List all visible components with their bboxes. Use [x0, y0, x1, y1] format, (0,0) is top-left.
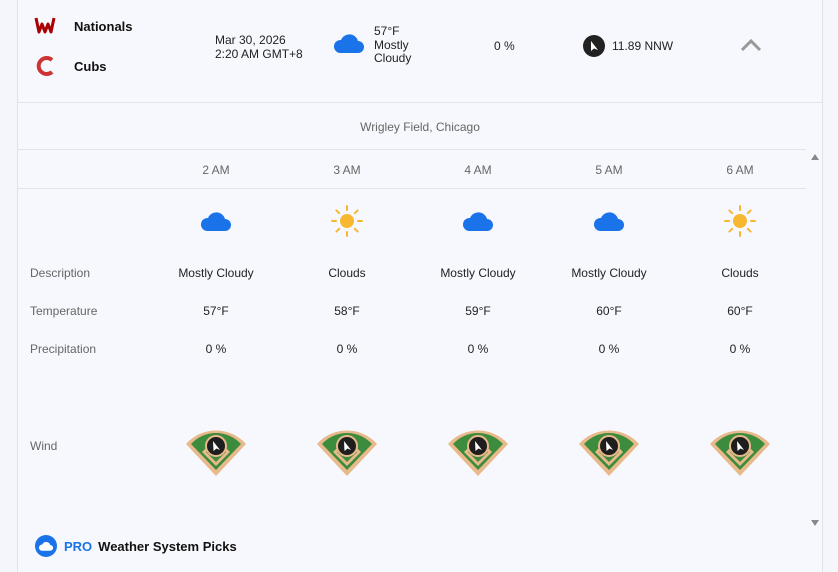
temperature-label: Temperature	[30, 304, 98, 318]
precipitation-label: Precipitation	[30, 342, 97, 356]
scroll-down-arrow-icon[interactable]	[811, 520, 819, 526]
nationals-logo-icon	[34, 15, 56, 37]
pro-weather-picks[interactable]: PRO Weather System Picks	[35, 535, 237, 557]
cubs-logo-icon	[34, 55, 56, 77]
game-wind: 11.89 NNW	[583, 35, 673, 57]
hour-description: Clouds	[721, 266, 759, 280]
hour-label: 6 AM	[726, 163, 754, 177]
table-scrollbar[interactable]	[808, 150, 822, 530]
hour-precipitation: 0 %	[467, 342, 489, 356]
hour-temperature: 60°F	[727, 304, 753, 318]
hour-description: Mostly Cloudy	[178, 266, 254, 280]
cloud-icon	[35, 535, 57, 557]
hour-precipitation: 0 %	[336, 342, 358, 356]
baseball-field-wind-icon	[186, 430, 246, 476]
header-divider	[18, 102, 822, 103]
hour-temperature: 59°F	[465, 304, 491, 318]
hourly-forecast-table: Description Temperature Precipitation Wi…	[18, 150, 806, 530]
hour-temperature: 58°F	[334, 304, 360, 318]
hour-temperature: 60°F	[596, 304, 622, 318]
hour-precipitation: 0 %	[205, 342, 227, 356]
weather-condition-line2: Cloudy	[374, 51, 412, 65]
home-team: Cubs	[34, 55, 107, 77]
away-team: Nationals	[34, 15, 133, 37]
wind-speed: 11.89 NNW	[612, 39, 674, 53]
weather-condition-line1: Mostly	[374, 37, 409, 52]
game-time: 2:20 AM GMT+8	[215, 47, 303, 61]
sun-icon	[720, 204, 760, 238]
baseball-field-wind-icon	[317, 430, 377, 476]
sun-icon	[327, 204, 367, 238]
cloud-icon	[589, 204, 629, 238]
hour-label: 5 AM	[595, 163, 623, 177]
hour-description: Mostly Cloudy	[440, 266, 516, 280]
game-precipitation: 0 %	[494, 39, 515, 53]
game-datetime: Mar 30, 2026 2:20 AM GMT+8	[215, 33, 303, 61]
wind-direction-icon	[583, 35, 605, 57]
hour-precipitation: 0 %	[598, 342, 620, 356]
cloud-icon	[458, 204, 498, 238]
hour-description: Clouds	[328, 266, 366, 280]
description-label: Description	[30, 266, 91, 280]
hour-temperature: 57°F	[203, 304, 229, 318]
baseball-field-wind-icon	[579, 430, 639, 476]
hour-label: 3 AM	[333, 163, 361, 177]
hour-label: 4 AM	[464, 163, 492, 177]
scroll-up-arrow-icon[interactable]	[811, 154, 819, 160]
hour-description: Mostly Cloudy	[571, 266, 647, 280]
baseball-field-wind-icon	[710, 430, 770, 476]
game-weather-card: Nationals Cubs Mar 30, 2026 2:20 AM GMT+…	[17, 0, 823, 572]
collapse-chevron-up-icon[interactable]	[740, 38, 762, 52]
away-team-name: Nationals	[74, 18, 133, 34]
pro-badge-label: PRO	[64, 538, 93, 554]
game-date: Mar 30, 2026	[215, 33, 286, 47]
weather-condition: 57°F Mostly Cloudy	[374, 24, 412, 66]
hour-label: 2 AM	[202, 163, 230, 177]
home-team-name: Cubs	[74, 58, 107, 74]
weather-temperature: 57°F	[374, 24, 400, 38]
cloud-icon	[196, 204, 236, 238]
hours-divider	[18, 188, 806, 189]
venue-name: Wrigley Field, Chicago	[360, 120, 480, 134]
game-weather-summary: 57°F Mostly Cloudy	[332, 24, 412, 66]
pro-title: Weather System Picks	[98, 538, 237, 554]
baseball-field-wind-icon	[448, 430, 508, 476]
wind-label: Wind	[30, 439, 58, 453]
hour-precipitation: 0 %	[729, 342, 751, 356]
cloud-icon	[332, 31, 366, 60]
